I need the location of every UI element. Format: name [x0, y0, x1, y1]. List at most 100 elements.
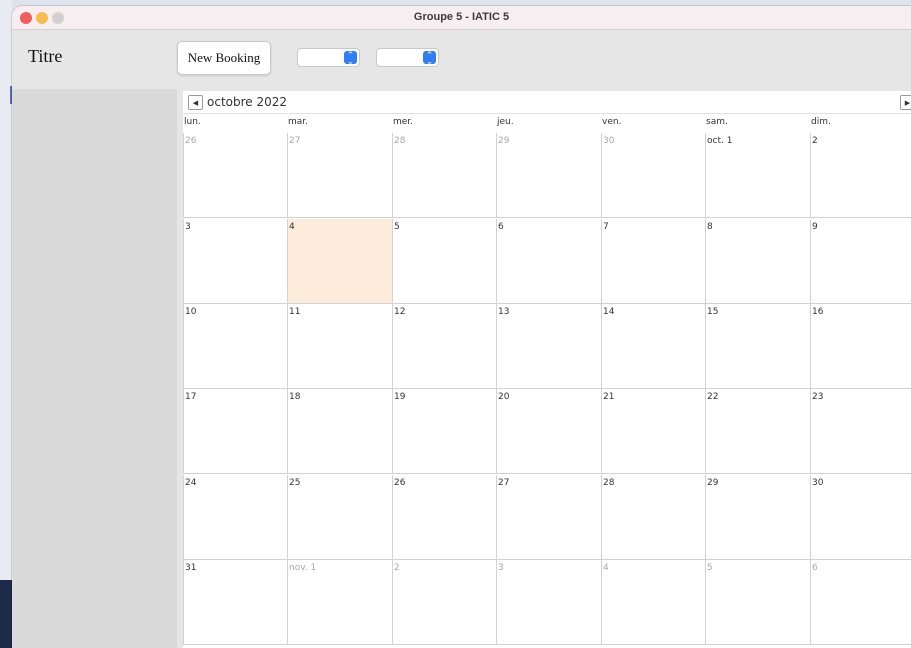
calendar-day-cell[interactable]: 16 [810, 304, 911, 389]
calendar-day-cell[interactable]: 26 [183, 133, 287, 218]
calendar-day-cell[interactable]: 17 [183, 389, 287, 474]
prev-month-icon: ◀ [192, 98, 199, 107]
calendar-day-cell[interactable]: 5 [705, 560, 810, 645]
day-number: 27 [289, 136, 301, 146]
day-number: 3 [498, 563, 504, 573]
calendar-day-cell[interactable]: 13 [496, 304, 601, 389]
calendar-day-cell[interactable]: 6 [810, 560, 911, 645]
day-of-week-3: jeu. [497, 117, 514, 127]
day-number: 16 [812, 307, 824, 317]
day-number: 15 [707, 307, 719, 317]
day-number: 30 [812, 478, 824, 488]
day-of-week-5: sam. [706, 117, 728, 127]
day-number: 4 [289, 222, 295, 232]
calendar-day-cell[interactable]: 29 [496, 133, 601, 218]
next-month-button[interactable]: ▶ [900, 95, 911, 110]
day-number: 23 [812, 392, 824, 402]
calendar-day-cell[interactable]: 4 [601, 560, 705, 645]
titre-label: Titre [28, 46, 63, 66]
calendar-day-cell[interactable]: 2 [392, 560, 496, 645]
prev-month-button[interactable]: ◀ [188, 95, 203, 110]
day-number: 29 [498, 136, 510, 146]
day-number: 12 [394, 307, 406, 317]
calendar-day-cell[interactable]: 24 [183, 475, 287, 560]
day-number: nov. 1 [289, 563, 317, 573]
calendar-day-cell[interactable]: 19 [392, 389, 496, 474]
day-number: 28 [394, 136, 406, 146]
title-bar: Groupe 5 - IATIC 5 [12, 6, 911, 30]
chevron-up-down-icon: ⌃ ⌄ [423, 50, 436, 65]
day-number: 14 [603, 307, 615, 317]
day-number: 29 [707, 478, 719, 488]
desktop-background [0, 0, 13, 648]
day-number: 20 [498, 392, 510, 402]
calendar-day-cell[interactable]: nov. 1 [287, 560, 392, 645]
calendar-day-cell[interactable]: 3 [496, 560, 601, 645]
day-number: 2 [812, 136, 818, 146]
calendar-day-cell[interactable]: 15 [705, 304, 810, 389]
day-number: 31 [185, 563, 197, 573]
day-of-week-6: dim. [811, 117, 831, 127]
day-number: 21 [603, 392, 615, 402]
calendar-day-cell[interactable]: 30 [601, 133, 705, 218]
day-number: 13 [498, 307, 510, 317]
calendar-day-cell[interactable]: 11 [287, 304, 392, 389]
day-number: 6 [498, 222, 504, 232]
dock-edge [0, 580, 12, 648]
day-number: 19 [394, 392, 406, 402]
dropdown-select-1[interactable]: ⌃ ⌄ [297, 48, 360, 67]
window-title: Groupe 5 - IATIC 5 [413, 11, 510, 23]
calendar-day-cell[interactable]: 27 [496, 475, 601, 560]
calendar-day-cell[interactable]: 8 [705, 219, 810, 304]
calendar-day-cell[interactable]: 5 [392, 219, 496, 304]
calendar-day-cell[interactable]: 29 [705, 475, 810, 560]
calendar-day-cell[interactable]: 31 [183, 560, 287, 645]
day-number: 17 [185, 392, 197, 402]
month-label: octobre 2022 [207, 95, 288, 109]
day-number: 26 [394, 478, 406, 488]
day-number: 27 [498, 478, 510, 488]
day-number: 2 [394, 563, 400, 573]
calendar-day-cell[interactable]: oct. 1 [705, 133, 810, 218]
chevron-up-down-icon: ⌃ ⌄ [344, 50, 357, 65]
calendar-day-cell[interactable]: 12 [392, 304, 496, 389]
calendar-day-cell[interactable]: 7 [601, 219, 705, 304]
calendar-day-cell[interactable]: 20 [496, 389, 601, 474]
calendar-header: ◀ octobre 2022 ▶ [183, 91, 911, 114]
day-number: 28 [603, 478, 615, 488]
next-month-icon: ▶ [904, 98, 911, 107]
calendar-day-cell[interactable]: 28 [392, 133, 496, 218]
day-number: 5 [394, 222, 400, 232]
side-panel [12, 89, 177, 648]
day-number: 26 [185, 136, 197, 146]
day-number: 25 [289, 478, 301, 488]
calendar-day-cell[interactable]: 21 [601, 389, 705, 474]
calendar-day-cell[interactable]: 18 [287, 389, 392, 474]
calendar-day-cell[interactable]: 2 [810, 133, 911, 218]
day-number: 30 [603, 136, 615, 146]
calendar: ◀ octobre 2022 ▶ lun. mar. mer. jeu. ven. sam… [183, 91, 911, 648]
day-number: 8 [707, 222, 713, 232]
calendar-day-cell[interactable]: 25 [287, 475, 392, 560]
calendar-day-cell-today[interactable]: 4 [287, 219, 392, 304]
day-of-week-1: mar. [288, 117, 309, 127]
day-number: 10 [185, 307, 197, 317]
calendar-day-cell[interactable]: 22 [705, 389, 810, 474]
calendar-day-cell[interactable]: 28 [601, 475, 705, 560]
calendar-day-cell[interactable]: 14 [601, 304, 705, 389]
dropdown-select-2[interactable]: ⌃ ⌄ [376, 48, 439, 67]
calendar-day-cell[interactable]: 23 [810, 389, 911, 474]
calendar-day-cell[interactable]: 30 [810, 475, 911, 560]
toolbar: Titre New Booking ⌃ ⌄ ⌃ ⌄ [12, 30, 911, 89]
day-number: 18 [289, 392, 301, 402]
new-booking-button[interactable]: New Booking [177, 41, 271, 75]
calendar-day-cell[interactable]: 9 [810, 219, 911, 304]
calendar-day-cell[interactable]: 27 [287, 133, 392, 218]
calendar-day-cell[interactable]: 10 [183, 304, 287, 389]
calendar-day-cell[interactable]: 6 [496, 219, 601, 304]
calendar-day-cell[interactable]: 3 [183, 219, 287, 304]
day-number: 3 [185, 222, 191, 232]
calendar-day-cell[interactable]: 26 [392, 475, 496, 560]
day-number: 6 [812, 563, 818, 573]
day-number: 7 [603, 222, 609, 232]
